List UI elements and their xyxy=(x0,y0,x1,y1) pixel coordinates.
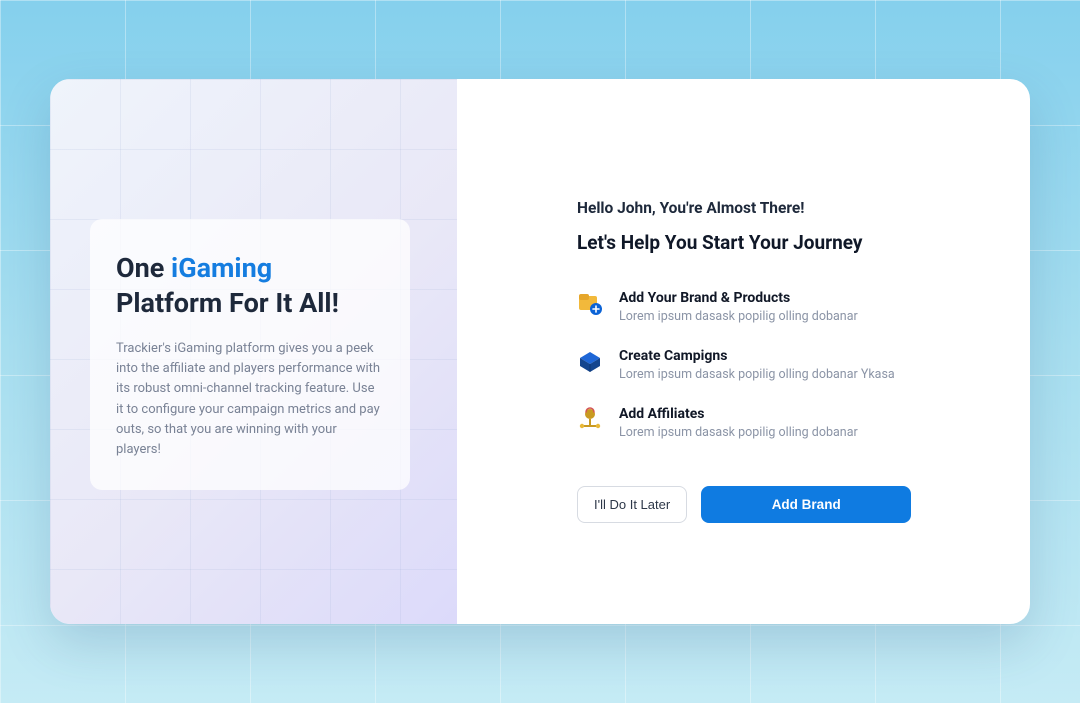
onboarding-card: One iGaming Platform For It All! Trackie… xyxy=(50,79,1030,624)
step-desc: Lorem ipsum dasask popilig olling dobana… xyxy=(619,425,858,440)
hero-body: Trackier's iGaming platform gives you a … xyxy=(116,339,384,460)
do-later-button[interactable]: I'll Do It Later xyxy=(577,486,687,523)
step-text: Add Your Brand & Products Lorem ipsum da… xyxy=(619,290,858,324)
step-desc: Lorem ipsum dasask popilig olling dobana… xyxy=(619,367,895,382)
action-row: I'll Do It Later Add Brand xyxy=(577,486,966,523)
step-text: Create Campigns Lorem ipsum dasask popil… xyxy=(619,348,895,382)
hero-title-prefix: One xyxy=(116,252,171,284)
step-title: Add Affiliates xyxy=(619,406,858,422)
step-title: Create Campigns xyxy=(619,348,895,364)
folder-add-icon xyxy=(577,290,603,316)
hero-title-suffix: Platform For It All! xyxy=(116,287,339,319)
add-brand-button[interactable]: Add Brand xyxy=(701,486,911,523)
affiliates-balance-icon xyxy=(577,406,603,432)
step-list: Add Your Brand & Products Lorem ipsum da… xyxy=(577,290,966,440)
step-item: Create Campigns Lorem ipsum dasask popil… xyxy=(577,348,966,382)
onboarding-panel: Hello John, You're Almost There! Let's H… xyxy=(457,79,1030,624)
step-item: Add Affiliates Lorem ipsum dasask popili… xyxy=(577,406,966,440)
step-desc: Lorem ipsum dasask popilig olling dobana… xyxy=(619,309,858,324)
greeting-text: Hello John, You're Almost There! xyxy=(577,199,966,217)
step-text: Add Affiliates Lorem ipsum dasask popili… xyxy=(619,406,858,440)
step-item: Add Your Brand & Products Lorem ipsum da… xyxy=(577,290,966,324)
hero-title-accent: iGaming xyxy=(171,252,272,284)
hero-info-box: One iGaming Platform For It All! Trackie… xyxy=(90,219,410,490)
subheading-text: Let's Help You Start Your Journey xyxy=(577,231,966,254)
hero-title: One iGaming Platform For It All! xyxy=(116,251,384,321)
step-title: Add Your Brand & Products xyxy=(619,290,858,306)
hero-panel: One iGaming Platform For It All! Trackie… xyxy=(50,79,457,624)
campaign-box-icon xyxy=(577,348,603,374)
